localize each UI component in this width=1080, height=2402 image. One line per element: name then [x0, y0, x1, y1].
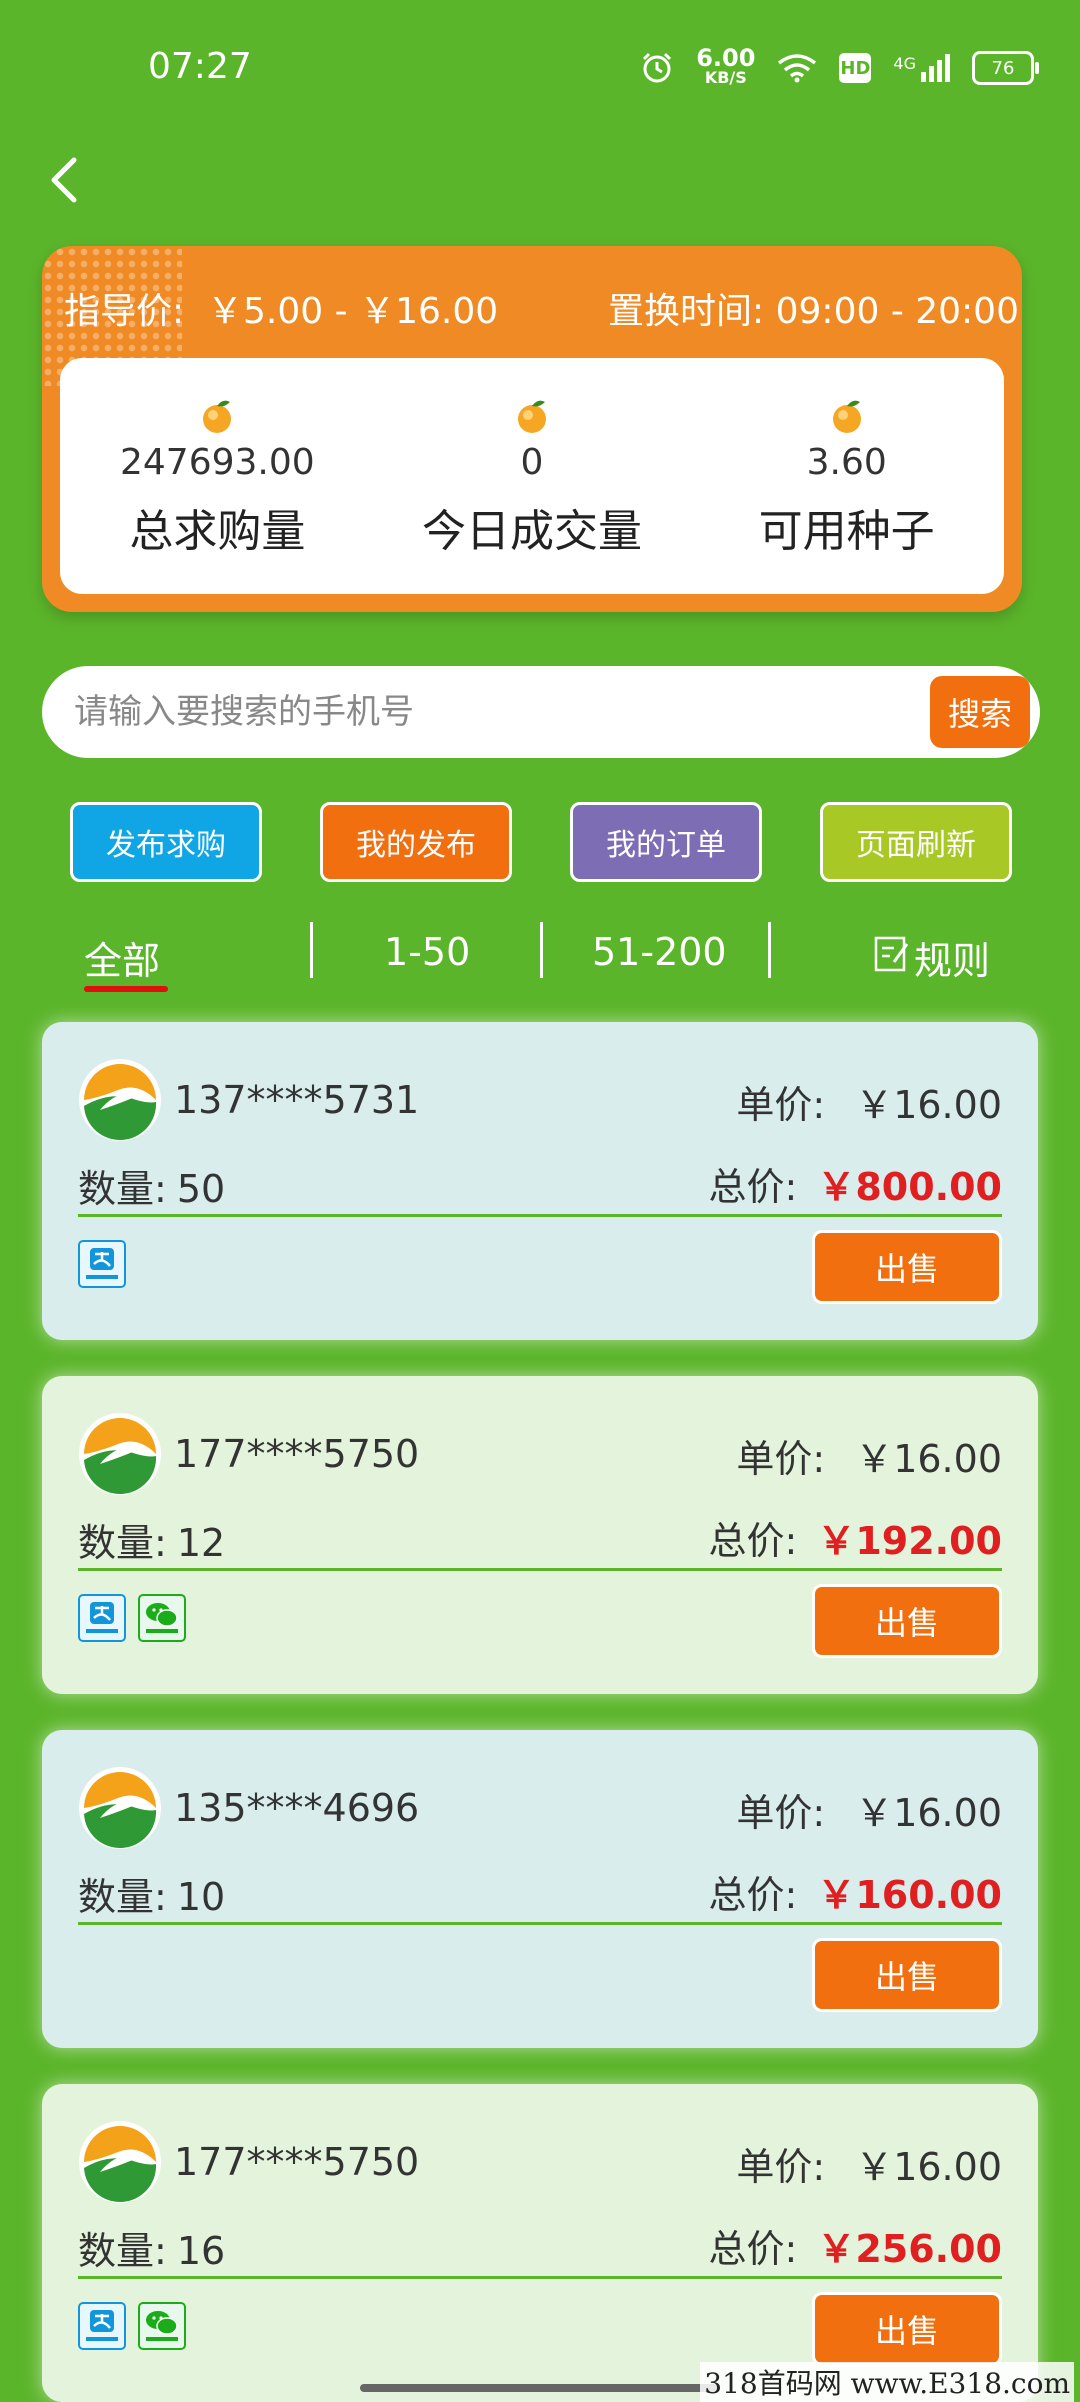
sell-button[interactable]: 出售	[812, 2292, 1002, 2366]
status-time: 07:27	[148, 46, 252, 87]
total-price: 总价: ￥256.00	[708, 2227, 1002, 2271]
seller-phone: 177****5750	[174, 2140, 420, 2184]
tab-divider	[310, 922, 313, 978]
alipay-icon	[78, 1594, 126, 1642]
home-indicator[interactable]	[360, 2384, 720, 2392]
back-arrow-icon[interactable]	[40, 150, 90, 210]
publish-request-button[interactable]: 发布求购	[70, 802, 262, 882]
alipay-icon	[78, 1240, 126, 1288]
card-divider	[78, 1214, 1002, 1217]
market-info-card: 指导价: ￥5.00 - ￥16.00 置换时间: 09:00 - 20:00 …	[42, 246, 1022, 612]
tab-51-200[interactable]: 51-200	[592, 930, 727, 974]
seller-phone: 135****4696	[174, 1786, 420, 1830]
stat-available-seeds: 3.60 可用种子	[689, 358, 1004, 594]
logo-avatar-icon	[79, 1413, 161, 1495]
unit-price: 单价: ￥16.00	[736, 1083, 1002, 1127]
card-divider	[78, 1568, 1002, 1571]
orange-fruit-icon	[203, 400, 232, 433]
order-card: 135****4696 单价: ￥16.00 数量: 10 总价: ￥160.00 出…	[42, 1730, 1038, 2048]
quantity: 数量: 16	[78, 2229, 226, 2273]
search-bar: 搜索	[42, 666, 1040, 758]
stats-panel: 247693.00 总求购量 0 今日成交量 3.60 可用种子	[60, 358, 1004, 594]
wechat-pay-icon	[138, 2302, 186, 2350]
quantity: 数量: 10	[78, 1875, 226, 1919]
sell-button[interactable]: 出售	[812, 1938, 1002, 2012]
alarm-icon	[643, 52, 672, 83]
tab-active-indicator	[84, 986, 168, 992]
tab-rules[interactable]: 规则	[914, 930, 990, 985]
card-divider	[78, 2276, 1002, 2279]
sell-button[interactable]: 出售	[812, 1584, 1002, 1658]
battery-icon: 76	[972, 51, 1039, 85]
tab-1-50[interactable]: 1-50	[384, 930, 470, 974]
orange-fruit-icon	[518, 400, 546, 433]
card-divider	[78, 1922, 1002, 1925]
payment-methods	[78, 1594, 186, 1642]
unit-price: 单价: ￥16.00	[736, 1791, 1002, 1835]
edit-note-icon	[874, 936, 909, 972]
total-price: 总价: ￥800.00	[708, 1165, 1002, 1209]
filter-tabs: 全部 1-50 51-200 规则	[0, 922, 1080, 1002]
logo-avatar-icon	[79, 2121, 161, 2203]
refresh-page-button[interactable]: 页面刷新	[820, 802, 1012, 882]
total-price: 总价: ￥160.00	[708, 1873, 1002, 1917]
my-orders-button[interactable]: 我的订单	[570, 802, 762, 882]
quantity: 数量: 12	[78, 1521, 226, 1565]
alipay-icon	[78, 2302, 126, 2350]
order-card: 137****5731 单价: ￥16.00 数量: 50 总价: ￥800.00 出…	[42, 1022, 1038, 1340]
quantity: 数量: 50	[78, 1167, 226, 1211]
watermark: 318首码网 www.E318.com	[700, 2362, 1074, 2402]
stat-total-demand: 247693.00 总求购量	[60, 358, 375, 594]
status-icons: 6.00 KB/S HD 4G 76	[640, 44, 1039, 88]
exchange-time: 置换时间: 09:00 - 20:00	[608, 291, 1019, 332]
seller-phone: 137****5731	[174, 1078, 420, 1122]
unit-price: 单价: ￥16.00	[736, 1437, 1002, 1481]
logo-avatar-icon	[79, 1767, 161, 1849]
search-button[interactable]: 搜索	[930, 676, 1030, 748]
payment-methods	[78, 1240, 126, 1288]
wechat-pay-icon	[138, 1594, 186, 1642]
order-card: 177****5750 单价: ￥16.00 数量: 12 总价: ￥192.00 出…	[42, 1376, 1038, 1694]
wifi-icon	[778, 54, 817, 83]
guide-price: 指导价: ￥5.00 - ￥16.00	[64, 291, 499, 332]
tab-all[interactable]: 全部	[84, 930, 160, 985]
order-card: 177****5750 单价: ￥16.00 数量: 16 总价: ￥256.00 出…	[42, 2084, 1038, 2402]
hd-icon: HD	[839, 53, 872, 83]
signal-icon: 4G	[893, 54, 950, 82]
phone-search-input[interactable]	[72, 691, 930, 733]
logo-avatar-icon	[79, 1059, 161, 1141]
orange-fruit-icon	[832, 400, 861, 433]
payment-methods	[78, 2302, 186, 2350]
tab-divider	[540, 922, 543, 978]
network-speed: 6.00 KB/S	[696, 44, 756, 87]
total-price: 总价: ￥192.00	[708, 1519, 1002, 1563]
sell-button[interactable]: 出售	[812, 1230, 1002, 1304]
unit-price: 单价: ￥16.00	[736, 2145, 1002, 2189]
my-posts-button[interactable]: 我的发布	[320, 802, 512, 882]
tab-divider	[768, 922, 771, 978]
guide-row: 指导价: ￥5.00 - ￥16.00 置换时间: 09:00 - 20:00	[64, 282, 1019, 334]
seller-phone: 177****5750	[174, 1432, 420, 1476]
action-buttons: 发布求购 我的发布 我的订单 页面刷新	[70, 802, 1012, 884]
status-bar: 07:27 6.00 KB/S HD 4G 76	[0, 0, 1080, 140]
stat-today-volume: 0 今日成交量	[375, 358, 690, 594]
